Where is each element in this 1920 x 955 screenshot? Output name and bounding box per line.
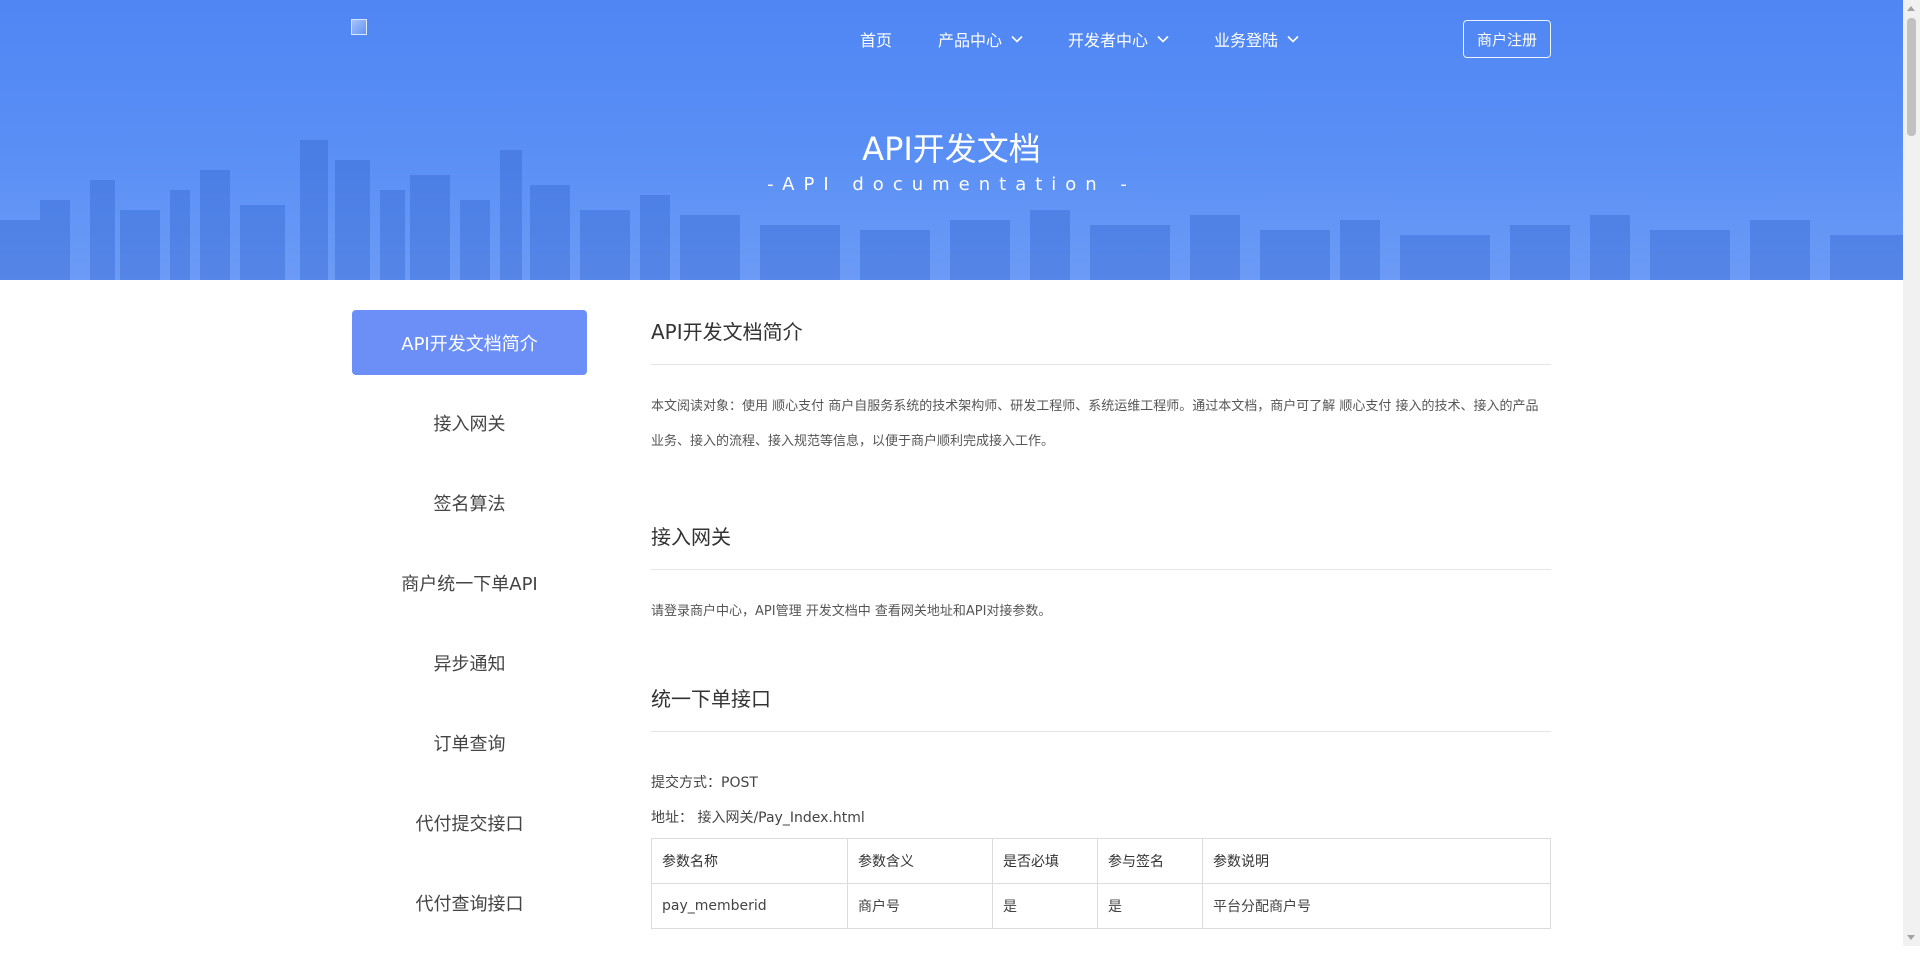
- scroll-thumb[interactable]: [1907, 18, 1916, 136]
- sidebar-item-gateway[interactable]: 接入网关: [352, 390, 587, 455]
- table-cell: pay_memberid: [651, 883, 848, 929]
- page-title: API开发文档: [862, 130, 1041, 168]
- sidebar-item-payout-submit[interactable]: 代付提交接口: [352, 790, 587, 855]
- section-title: 接入网关: [651, 505, 1551, 570]
- table-cell: 商户号: [847, 883, 993, 929]
- register-button[interactable]: 商户注册: [1463, 20, 1551, 58]
- table-header: 参数含义: [847, 838, 993, 884]
- nav-login-label: 业务登陆: [1214, 31, 1279, 50]
- nav-products-label: 产品中心: [938, 31, 1003, 50]
- chevron-down-icon: [1157, 35, 1169, 43]
- nav-developer[interactable]: 开发者中心: [1068, 27, 1170, 51]
- sidebar-item-unified-order[interactable]: 商户统一下单API: [352, 550, 587, 615]
- nav-products[interactable]: 产品中心: [938, 27, 1024, 51]
- table-header: 参与签名: [1097, 838, 1203, 884]
- nav-home-label: 首页: [860, 31, 893, 50]
- top-nav: 首页 产品中心 开发者中心 业务登陆: [860, 27, 1344, 51]
- section-text: 请登录商户中心，API管理 开发文档中 查看网关地址和API对接参数。: [651, 604, 1052, 619]
- submit-method: 提交方式：POST: [651, 775, 758, 791]
- page-subtitle: -API documentation -: [767, 174, 1136, 195]
- section-title: API开发文档简介: [651, 300, 1551, 365]
- sidebar-item-async-notify[interactable]: 异步通知: [352, 630, 587, 695]
- scroll-down-arrow-icon[interactable]: [1907, 935, 1915, 940]
- scroll-up-arrow-icon[interactable]: [1907, 6, 1915, 11]
- section-title: 统一下单接口: [651, 667, 1551, 732]
- page-scrollbar[interactable]: [1903, 0, 1920, 946]
- table-header: 参数名称: [651, 838, 848, 884]
- chevron-down-icon: [1011, 35, 1023, 43]
- doc-sidebar: API开发文档简介 接入网关 签名算法 商户统一下单API 异步通知 订单查询 …: [352, 310, 587, 950]
- api-address: 地址： 接入网关/Pay_Index.html: [651, 810, 865, 826]
- params-table: 参数名称 参数含义 是否必填 参与签名 参数说明 pay_memberid 商户…: [651, 838, 1551, 929]
- sidebar-item-signature[interactable]: 签名算法: [352, 470, 587, 535]
- chevron-down-icon: [1287, 35, 1299, 43]
- table-header: 参数说明: [1202, 838, 1551, 884]
- table-cell: 平台分配商户号: [1202, 883, 1551, 929]
- table-header: 是否必填: [992, 838, 1098, 884]
- section-gateway: 接入网关 请登录商户中心，API管理 开发文档中 查看网关地址和API对接参数。: [651, 505, 1551, 629]
- table-cell: 是: [992, 883, 1098, 929]
- doc-content: API开发文档简介 本文阅读对象：使用 顺心支付 商户自服务系统的技术架构师、研…: [651, 300, 1551, 955]
- section-unified-order: 统一下单接口 提交方式：POST 地址： 接入网关/Pay_Index.html…: [651, 667, 1551, 929]
- nav-developer-label: 开发者中心: [1068, 31, 1149, 50]
- hero-banner: 首页 产品中心 开发者中心 业务登陆 商户注册 API开发文档 -API doc…: [0, 0, 1903, 280]
- table-header-row: 参数名称 参数含义 是否必填 参与签名 参数说明: [651, 838, 1551, 884]
- table-row: pay_memberid 商户号 是 是 平台分配商户号: [651, 883, 1551, 929]
- sidebar-item-order-query[interactable]: 订单查询: [352, 710, 587, 775]
- sidebar-item-payout-query[interactable]: 代付查询接口: [352, 870, 587, 935]
- logo-image[interactable]: [351, 19, 367, 35]
- sidebar-item-intro[interactable]: API开发文档简介: [352, 310, 587, 375]
- nav-login[interactable]: 业务登陆: [1214, 27, 1300, 51]
- section-text: 本文阅读对象：使用 顺心支付 商户自服务系统的技术架构师、研发工程师、系统运维工…: [651, 399, 1539, 449]
- section-intro: API开发文档简介 本文阅读对象：使用 顺心支付 商户自服务系统的技术架构师、研…: [651, 300, 1551, 459]
- table-cell: 是: [1097, 883, 1203, 929]
- nav-home[interactable]: 首页: [860, 27, 892, 51]
